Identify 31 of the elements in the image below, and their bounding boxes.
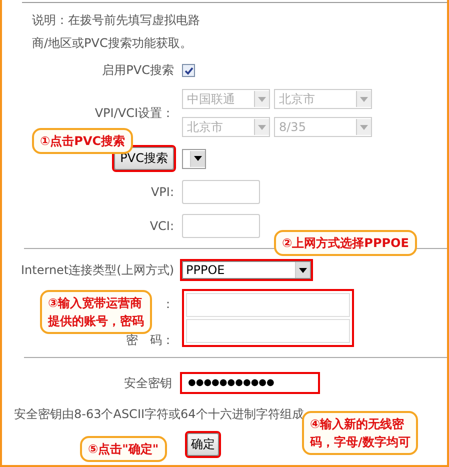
input-field[interactable] xyxy=(182,180,260,204)
field-label: 安全密钥 xyxy=(123,374,172,392)
description-text: 说明：在拨号前先填写虚拟电路 xyxy=(32,13,201,27)
field-label: VPI/VCI设置： xyxy=(94,104,174,122)
username-field[interactable] xyxy=(186,293,350,317)
field-label: Internet连接类型(上网方式) xyxy=(20,262,174,278)
caret-icon xyxy=(194,156,202,161)
dropdown[interactable] xyxy=(182,148,206,168)
field-label: VPI: xyxy=(150,185,174,199)
caret-icon xyxy=(299,268,307,272)
field-label: VCI: xyxy=(150,219,174,233)
caret-icon xyxy=(360,124,368,130)
description-text: 商/地区或PVC搜索功能获取。 xyxy=(32,36,193,50)
callout: ②上网方式选择PPPOE xyxy=(274,230,417,256)
caret-icon xyxy=(360,96,368,102)
field-label: 密 码： xyxy=(126,333,174,347)
callout: ④输入新的无线密 码，字母/数字均可 xyxy=(302,411,418,455)
callout: ⑤点击"确定" xyxy=(80,436,167,462)
password-field[interactable] xyxy=(186,319,350,343)
connection-type-dropdown[interactable]: PPPOE xyxy=(182,261,311,279)
confirm-button[interactable]: 确定 xyxy=(187,433,219,456)
caret-icon xyxy=(258,96,266,102)
checkbox[interactable] xyxy=(182,64,195,77)
callout: ③输入宽带运营商 提供的账号，密码 xyxy=(40,290,152,334)
field-label: ： xyxy=(162,297,174,311)
security-key-field[interactable]: ●●●●●●●●●●● xyxy=(180,372,320,394)
callout: ①点击PVC搜索 xyxy=(32,128,134,154)
input-field[interactable] xyxy=(182,214,260,238)
caret-icon xyxy=(258,124,266,130)
pvc-search-button[interactable]: PVC搜索 xyxy=(114,147,174,170)
field-label: 启用PVC搜索 xyxy=(102,62,174,79)
